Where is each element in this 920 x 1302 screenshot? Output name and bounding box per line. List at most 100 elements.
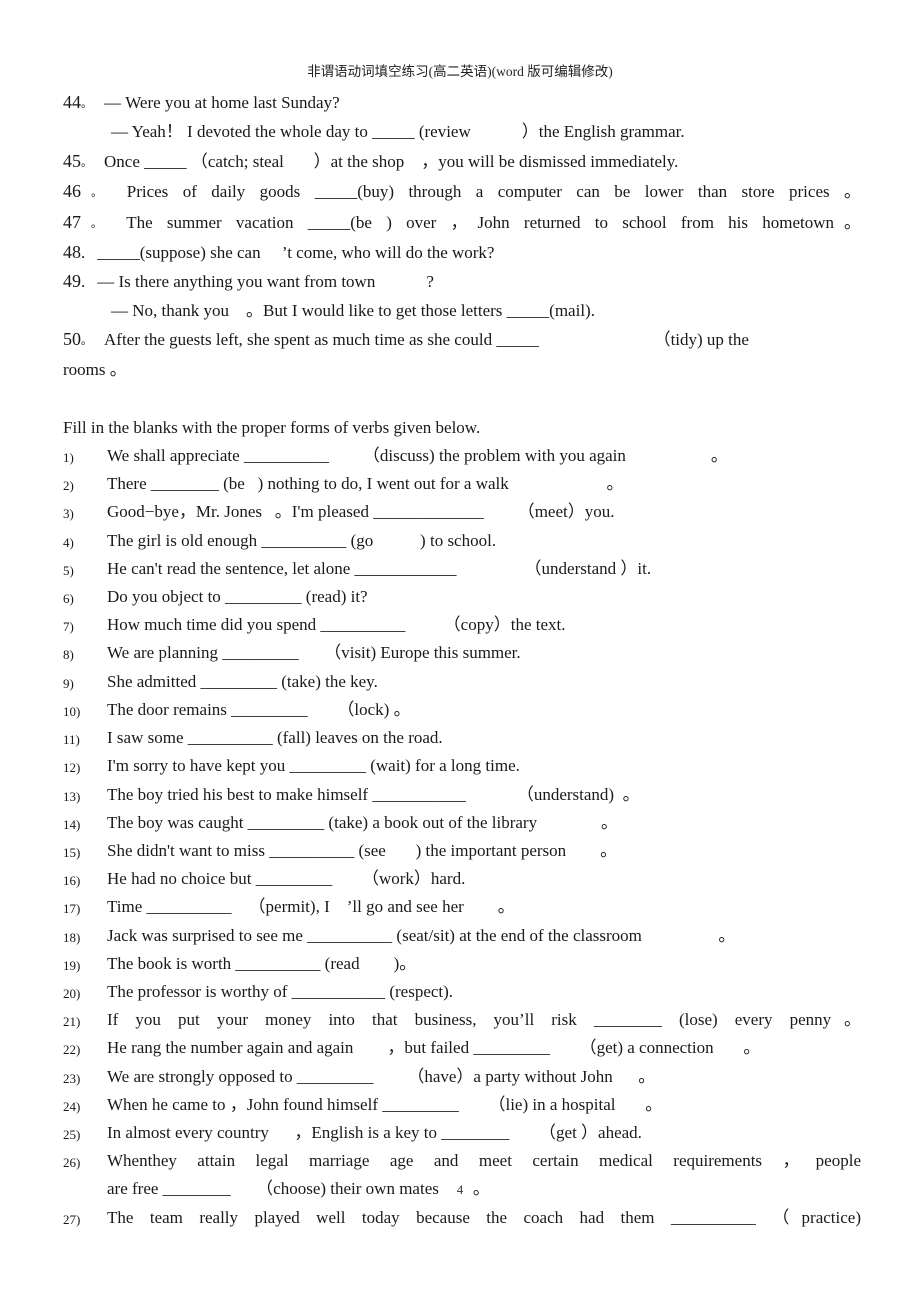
list-item-3-text: Good−bye，Mr. Jones 。I'm pleased ________… [107, 502, 615, 522]
list-item-4: 4) The girl is old enough __________ (go … [63, 527, 861, 555]
list-item-11-marker: 11) [63, 732, 80, 748]
question-44-line-2: — Yeah！ I devoted the whole day to _____… [63, 118, 861, 146]
list-item-8: 8) We are planning _________ （visit) Euro… [63, 639, 861, 667]
list-item-19: 19) The book is worth __________ (read )。 [63, 950, 861, 978]
question-50-text-2: rooms 。 [63, 359, 127, 379]
list-item-10-text: The door remains _________ （lock) 。 [107, 699, 411, 719]
list-item-21: 21) If you put your money into that busin… [63, 1006, 861, 1034]
document-page: 非谓语动词填空练习(高二英语)(word 版可编辑修改) 44。 — Were y… [0, 0, 920, 1302]
question-50-number: 50 [63, 329, 81, 350]
list-item-16-marker: 16) [63, 873, 81, 889]
question-49-line-2: — No, thank you 。But I would like to get… [63, 297, 861, 325]
question-45-text-1: Once _____ （catch; steal ）at the shop ，y… [104, 151, 679, 171]
list-item-8-text: We are planning _________ （visit) Europe… [107, 643, 521, 663]
list-item-6: 6) Do you object to _________ (read) it? [63, 583, 861, 611]
question-46-text-1: Prices of daily goods _____(buy) through… [126, 182, 862, 202]
question-47-number-mark: 。 [81, 217, 112, 230]
question-49-text-2: — No, thank you 。But I would like to get… [111, 300, 595, 320]
list-item-26-marker: 26) [63, 1155, 81, 1171]
list-item-14: 14) The boy was caught _________ (take) a… [63, 809, 861, 837]
list-item-12: 12) I'm sorry to have kept you _________ … [63, 752, 861, 780]
list-item-7: 7) How much time did you spend __________… [63, 611, 861, 639]
question-48-line-1: 48. _____(suppose) she can ’t come, who w… [63, 238, 861, 267]
question-44-number: 44 [63, 92, 81, 112]
list-item-16-text: He had no choice but _________ （work）har… [107, 869, 466, 889]
list-item-20-text: The professor is worthy of ___________ (… [107, 981, 454, 1001]
list-item-1-marker: 1) [63, 450, 74, 466]
question-44-number-mark: 。 [81, 98, 92, 110]
list-item-15-text: She didn't want to miss __________ (see … [107, 840, 618, 860]
list-item-2-marker: 2) [63, 478, 74, 494]
list-item-16: 16) He had no choice but _________ （work）… [63, 865, 861, 893]
list-item-27-text: The team really played well today becaus… [107, 1207, 861, 1227]
question-50-number-mark: 。 [81, 335, 92, 348]
question-49-text-1: — Is there anything you want from town ? [97, 272, 434, 292]
list-item-13: 13) The boy tried his best to make himsel… [63, 781, 861, 809]
list-item-15: 15) She didn't want to miss __________ (s… [63, 837, 861, 865]
list-item-17-text: Time __________ （permit), I ’ll go and s… [107, 897, 515, 917]
list-item-4-marker: 4) [63, 534, 74, 550]
list-item-11: 11) I saw some __________ (fall) leaves o… [63, 724, 861, 752]
list-item-1: 1) We shall appreciate __________ （discus… [63, 442, 861, 470]
list-item-2-text: There ________ (be ) nothing to do, I we… [107, 474, 624, 494]
document-header-title: 非谓语动词填空练习(高二英语)(word 版可编辑修改) [307, 64, 613, 79]
question-46-number-mark: 。 [81, 187, 113, 200]
list-item-17-marker: 17) [63, 901, 81, 917]
question-44-text-1: — Were you at home last Sunday? [104, 93, 340, 112]
list-item-24-marker: 24) [63, 1098, 81, 1114]
exercise-list: 1) We shall appreciate __________ （discus… [63, 442, 861, 1232]
question-49-number-mark: . [81, 272, 86, 292]
list-item-19-text: The book is worth __________ (read )。 [107, 953, 417, 973]
list-item-9-text: She admitted _________ (take) the key. [107, 671, 378, 691]
list-item-13-marker: 13) [63, 788, 81, 804]
question-48-number-mark: . [81, 243, 86, 263]
question-44-line-1: 44。 — Were you at home last Sunday? [63, 88, 861, 118]
question-47-text-1: The summer vacation _____(be ) over ，Joh… [126, 212, 862, 232]
list-item-20-marker: 20) [63, 985, 81, 1001]
list-item-7-text: How much time did you spend __________ （… [107, 615, 566, 635]
list-item-5-text: He can't read the sentence, let alone __… [107, 558, 652, 578]
list-item-4-text: The girl is old enough __________ (go ) … [107, 530, 497, 550]
list-item-25-text: In almost every country ，English is a ke… [107, 1122, 642, 1142]
list-item-25-marker: 25) [63, 1126, 81, 1142]
section-instruction: Fill in the blanks with the proper forms… [63, 418, 481, 438]
list-item-7-marker: 7) [63, 619, 74, 635]
list-item-3-marker: 3) [63, 506, 74, 522]
list-item-21-marker: 21) [63, 1014, 81, 1030]
list-item-9: 9) She admitted _________ (take) the key. [63, 668, 861, 696]
list-item-12-marker: 12) [63, 760, 81, 776]
question-49-number: 49 [63, 271, 81, 292]
list-item-11-text: I saw some __________ (fall) leaves on t… [107, 728, 443, 748]
question-46-number: 46 [63, 181, 81, 202]
question-45-number-mark: 。 [81, 156, 92, 169]
list-item-23: 23) We are strongly opposed to _________ … [63, 1063, 861, 1091]
list-item-23-marker: 23) [63, 1070, 81, 1086]
list-item-2: 2) There ________ (be ) nothing to do, I … [63, 470, 861, 498]
list-item-3: 3) Good−bye，Mr. Jones 。I'm pleased ______… [63, 498, 861, 526]
question-45-number: 45 [63, 150, 81, 171]
question-50-text-1: After the guests left, she spent as much… [104, 330, 749, 350]
question-46-line-1: 46。 Prices of daily goods _____(buy) thr… [63, 177, 861, 207]
question-50-line-1: 50。 After the guests left, she spent as m… [63, 325, 861, 355]
list-item-5: 5) He can't read the sentence, let alone … [63, 555, 861, 583]
list-item-18: 18) Jack was surprised to see me ________… [63, 922, 861, 950]
question-47-line-1: 47。 The summer vacation _____(be ) over … [63, 208, 861, 238]
page-number: 4 [456, 1182, 464, 1197]
question-44-text-2: — Yeah！ I devoted the whole day to _____… [111, 122, 685, 142]
list-item-18-text: Jack was surprised to see me __________ … [107, 925, 736, 945]
question-50-line-2: rooms 。 [63, 356, 861, 384]
list-item-8-marker: 8) [63, 647, 74, 663]
list-item-6-marker: 6) [63, 591, 74, 607]
question-48-text-1: _____(suppose) she can ’t come, who will… [97, 243, 495, 263]
list-item-14-text: The boy was caught _________ (take) a bo… [107, 812, 618, 832]
list-item-10: 10) The door remains _________ （lock) 。 [63, 696, 861, 724]
list-item-6-text: Do you object to _________ (read) it? [107, 587, 368, 607]
list-item-10-marker: 10) [63, 703, 81, 719]
list-item-12-text: I'm sorry to have kept you _________ (wa… [107, 756, 520, 776]
list-item-9-marker: 9) [63, 675, 74, 691]
list-item-13-text: The boy tried his best to make himself _… [107, 784, 640, 804]
list-item-25: 25) In almost every country ，English is a… [63, 1119, 861, 1147]
question-48-number: 48 [63, 242, 81, 263]
list-item-18-marker: 18) [63, 929, 81, 945]
list-item-22-text: He rang the number again and again ，but … [107, 1038, 761, 1058]
